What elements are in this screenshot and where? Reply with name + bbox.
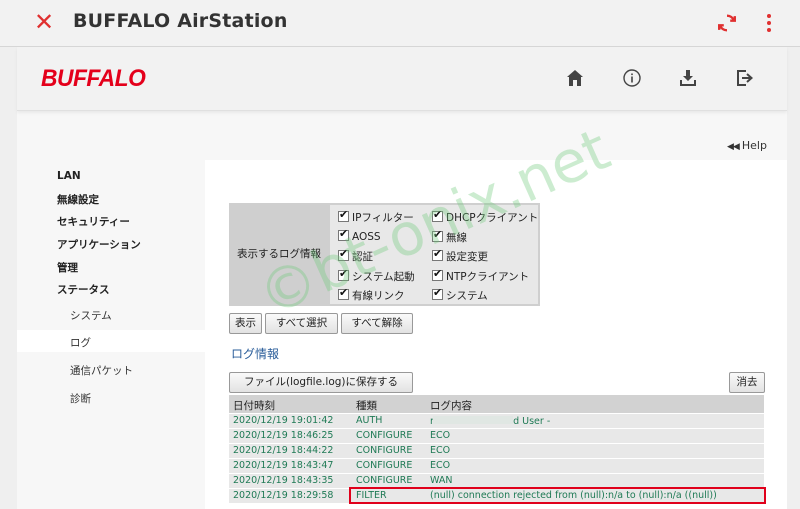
checkbox-icon[interactable] [432, 286, 443, 300]
content-panel: 表示するログ情報 IPフィルター DHCPクライアント AOSS 無線 認証 設… [205, 160, 787, 509]
checkbox-icon[interactable] [338, 286, 349, 300]
log-type: AUTH [356, 415, 383, 426]
checkbox-ntp-client[interactable]: NTPクライアント [432, 267, 530, 284]
checkbox-label: 有線リンク [352, 290, 405, 302]
select-all-button[interactable]: すべて選択 [265, 313, 338, 334]
log-time: 2020/12/19 18:44:22 [233, 445, 334, 456]
checkbox-label: 無線 [446, 232, 467, 244]
sidebar-item-lan[interactable]: LAN [57, 170, 81, 182]
checkbox-label: IPフィルター [352, 212, 414, 224]
column-header-content: ログ内容 [430, 400, 472, 412]
log-filter-label: 表示するログ情報 [237, 248, 321, 260]
log-time: 2020/12/19 18:43:35 [233, 475, 334, 486]
log-filter-options: IPフィルター DHCPクライアント AOSS 無線 認証 設定変更 システム起… [330, 205, 538, 304]
log-type: CONFIGURE [356, 430, 413, 441]
sidebar-item-security[interactable]: セキュリティー [57, 214, 130, 229]
table-row: 2020/12/19 18:43:35 CONFIGURE WAN [229, 473, 764, 488]
app-bar: ✕ BUFFALO AirStation [0, 0, 800, 47]
checkbox-icon[interactable] [338, 227, 349, 241]
log-time: 2020/12/19 18:43:47 [233, 460, 334, 471]
sidebar-item-packets[interactable]: 通信パケット [70, 363, 133, 378]
log-time: 2020/12/19 18:46:25 [233, 430, 334, 441]
sidebar-item-application[interactable]: アプリケーション [57, 237, 141, 252]
checkbox-auth[interactable]: 認証 [338, 247, 373, 264]
sidebar-item-admin[interactable]: 管理 [57, 260, 78, 275]
logout-icon[interactable] [735, 68, 755, 88]
home-icon[interactable] [565, 68, 585, 88]
help-link[interactable]: ◀◀ Help [727, 139, 767, 152]
checkbox-label: 認証 [352, 251, 373, 263]
log-type: CONFIGURE [356, 445, 413, 456]
log-type: CONFIGURE [356, 460, 413, 471]
sidebar-item-diagnostics[interactable]: 診断 [70, 391, 91, 406]
checkbox-icon[interactable] [338, 208, 349, 222]
checkbox-label: NTPクライアント [446, 271, 530, 283]
log-filter-table: 表示するログ情報 IPフィルター DHCPクライアント AOSS 無線 認証 設… [229, 203, 540, 306]
table-row: 2020/12/19 18:44:22 CONFIGURE ECO [229, 443, 764, 458]
page-header: BUFFALO [17, 47, 787, 111]
column-header-type: 種類 [356, 400, 377, 412]
checkbox-aoss[interactable]: AOSS [338, 227, 381, 243]
checkbox-icon[interactable] [432, 267, 443, 281]
checkbox-wireless[interactable]: 無線 [432, 228, 467, 245]
checkbox-label: DHCPクライアント [446, 212, 539, 224]
checkbox-icon[interactable] [338, 247, 349, 261]
highlight-box [349, 487, 766, 504]
help-label: Help [741, 139, 767, 152]
checkbox-icon[interactable] [338, 267, 349, 281]
sidebar-item-system[interactable]: システム [70, 308, 112, 323]
checkbox-ip-filter[interactable]: IPフィルター [338, 208, 414, 225]
close-icon[interactable]: ✕ [33, 10, 55, 34]
checkbox-system[interactable]: システム [432, 286, 488, 303]
router-page: BUFFALO ◀◀ Help LAN 無線設定 セキュリティー アプリケーション… [17, 47, 787, 509]
help-arrows-icon: ◀◀ [727, 142, 740, 152]
checkbox-label: AOSS [352, 231, 381, 243]
download-icon[interactable] [678, 68, 698, 88]
log-content: ECO [430, 430, 451, 441]
app-title: BUFFALO AirStation [73, 10, 288, 32]
log-content: ECO [430, 445, 451, 456]
sidebar-item-status[interactable]: ステータス [57, 282, 110, 297]
save-log-button[interactable]: ファイル(logfile.log)に保存する [229, 372, 413, 393]
checkbox-config-change[interactable]: 設定変更 [432, 247, 488, 264]
sidebar-active-bg [17, 330, 207, 352]
column-header-time: 日付時刻 [233, 400, 275, 412]
log-type: CONFIGURE [356, 475, 413, 486]
log-table-header: 日付時刻 種類 ログ内容 [229, 395, 764, 413]
checkbox-label: システム起動 [352, 271, 415, 283]
checkbox-dhcp-client[interactable]: DHCPクライアント [432, 208, 539, 225]
sidebar-item-wireless[interactable]: 無線設定 [57, 192, 99, 207]
table-row: 2020/12/19 18:43:47 CONFIGURE ECO [229, 458, 764, 473]
table-row: 2020/12/19 19:01:42 AUTH ra0: Authentica… [229, 413, 764, 428]
checkbox-icon[interactable] [432, 228, 443, 242]
checkbox-label: システム [446, 290, 488, 302]
refresh-icon[interactable] [716, 12, 738, 34]
checkbox-system-boot[interactable]: システム起動 [338, 267, 415, 284]
log-section-title: ログ情報 [231, 347, 280, 361]
log-content: WAN [430, 475, 453, 486]
checkbox-icon[interactable] [432, 247, 443, 261]
deselect-all-button[interactable]: すべて解除 [341, 313, 413, 334]
buffalo-logo[interactable]: BUFFALO [41, 65, 146, 93]
log-time: 2020/12/19 18:29:58 [233, 490, 334, 501]
clear-log-button[interactable]: 消去 [729, 372, 765, 393]
info-icon[interactable] [622, 68, 642, 88]
redacted-block [433, 416, 513, 424]
show-button[interactable]: 表示 [229, 313, 262, 334]
log-content: ECO [430, 460, 451, 471]
checkbox-icon[interactable] [432, 208, 443, 222]
checkbox-wired-link[interactable]: 有線リンク [338, 286, 405, 303]
log-time: 2020/12/19 19:01:42 [233, 415, 334, 426]
checkbox-label: 設定変更 [446, 251, 488, 263]
table-row: 2020/12/19 18:46:25 CONFIGURE ECO [229, 428, 764, 443]
sidebar-item-log[interactable]: ログ [70, 335, 91, 350]
more-vert-icon[interactable] [763, 12, 775, 34]
